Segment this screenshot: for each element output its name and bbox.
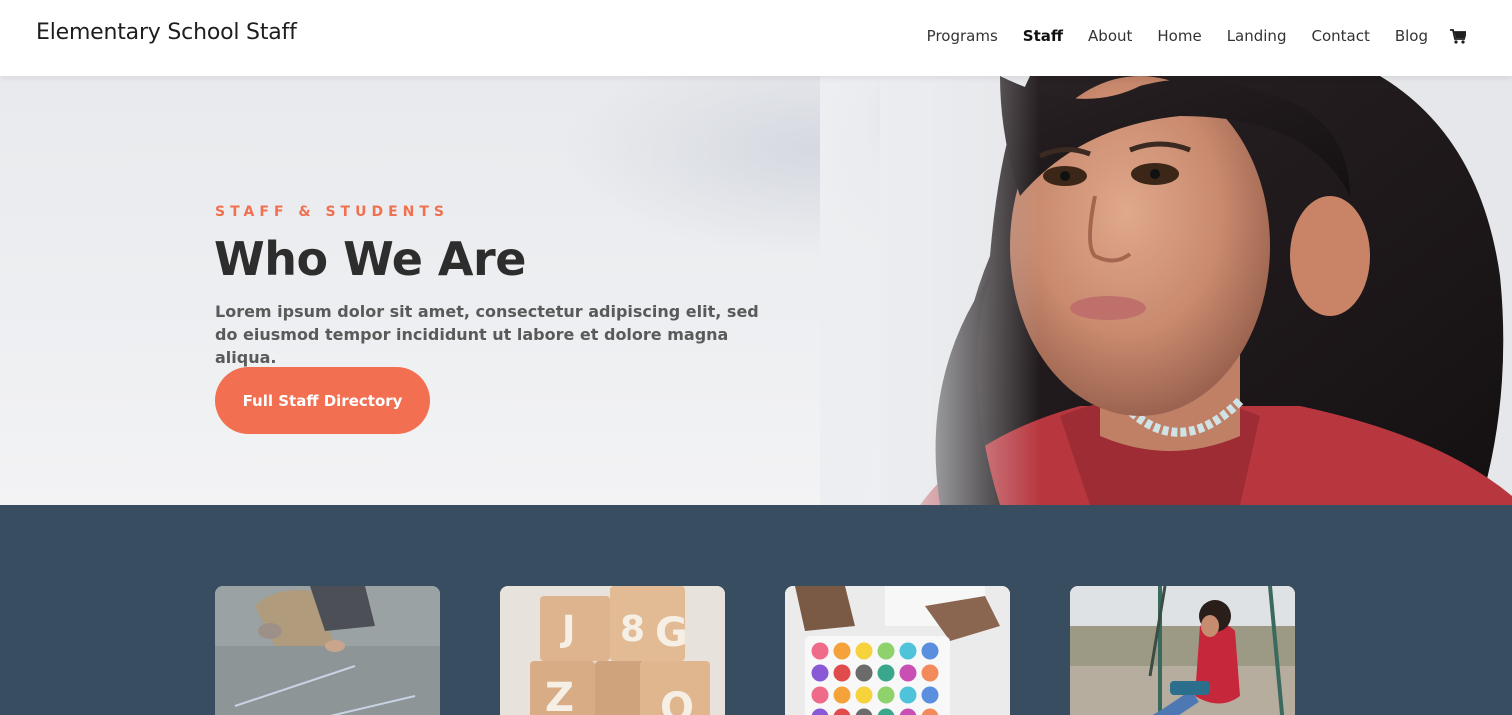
- paint-dot: [921, 664, 939, 682]
- gallery-section: J 8 G Z O: [0, 505, 1512, 715]
- child-chalk-drawing-photo: [215, 586, 440, 715]
- hero-title: Who We Are: [214, 232, 526, 286]
- paint-dot: [811, 642, 829, 660]
- paint-dot: [833, 642, 851, 660]
- paint-dot: [833, 686, 851, 704]
- nav-programs[interactable]: Programs: [927, 27, 998, 45]
- svg-text:O: O: [660, 685, 694, 715]
- hero-eyebrow: STAFF & STUDENTS: [215, 204, 449, 220]
- full-staff-directory-button[interactable]: Full Staff Directory: [215, 367, 430, 434]
- paint-dot: [899, 664, 917, 682]
- paint-dot: [855, 642, 873, 660]
- svg-text:8: 8: [620, 609, 645, 650]
- hero-section: STAFF & STUDENTS Who We Are Lorem ipsum …: [0, 76, 1512, 505]
- gallery-card-chalk[interactable]: [215, 586, 440, 715]
- paint-dot: [921, 642, 939, 660]
- nav-home[interactable]: Home: [1157, 27, 1201, 45]
- nav-landing[interactable]: Landing: [1227, 27, 1287, 45]
- svg-text:J: J: [559, 609, 575, 650]
- nav-blog[interactable]: Blog: [1395, 27, 1428, 45]
- wooden-letter-blocks-photo: J 8 G Z O: [500, 586, 725, 715]
- nav-staff[interactable]: Staff: [1023, 27, 1063, 45]
- site-header: Elementary School Staff Programs Staff A…: [0, 0, 1512, 76]
- svg-text:Z: Z: [545, 675, 574, 715]
- paint-dot: [921, 686, 939, 704]
- site-brand[interactable]: Elementary School Staff: [36, 20, 297, 45]
- paint-dot: [811, 686, 829, 704]
- girl-on-swing-photo: [1070, 586, 1295, 715]
- paint-dot: [877, 686, 895, 704]
- paint-dot: [855, 686, 873, 704]
- paint-dot: [833, 664, 851, 682]
- main-nav: Programs Staff About Home Landing Contac…: [902, 25, 1468, 47]
- gallery-card-swing[interactable]: [1070, 586, 1295, 715]
- hero-description: Lorem ipsum dolor sit amet, consectetur …: [215, 302, 759, 367]
- svg-text:G: G: [655, 610, 688, 656]
- nav-about[interactable]: About: [1088, 27, 1132, 45]
- watercolor-paint-palette-photo: [785, 586, 1010, 715]
- paint-dot: [877, 642, 895, 660]
- nav-contact[interactable]: Contact: [1311, 27, 1369, 45]
- paint-dot: [899, 642, 917, 660]
- gallery-card-blocks[interactable]: J 8 G Z O: [500, 586, 725, 715]
- cart-icon[interactable]: [1450, 27, 1468, 45]
- gallery-card-paint[interactable]: [785, 586, 1010, 715]
- paint-dot: [811, 664, 829, 682]
- paint-dot: [877, 664, 895, 682]
- paint-dot: [855, 664, 873, 682]
- paint-dot: [899, 686, 917, 704]
